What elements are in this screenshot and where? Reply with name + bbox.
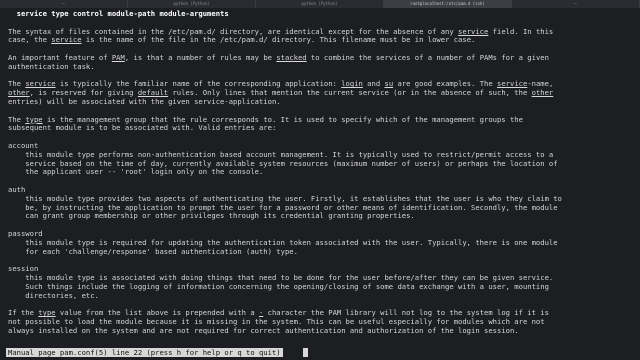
man-page-line: directories, etc.: [8, 290, 636, 301]
man-text-segment: authentication task.: [8, 61, 95, 71]
man-text-segment: this module type is associated with doin…: [8, 272, 554, 282]
man-page-line: subsequent module is to be associated wi…: [8, 123, 636, 133]
man-text-segment: this module type provides two aspects of…: [8, 193, 562, 203]
man-page-line: can grant group membership or other priv…: [8, 211, 636, 221]
terminal-tab[interactable]: python (Python): [128, 0, 256, 8]
man-page-line: the applicant user -- 'root' login only …: [8, 167, 636, 177]
terminal-tab[interactable]: ~: [512, 0, 640, 8]
man-text-segment: this module type is required for updatin…: [8, 237, 558, 247]
man-page-line: [8, 177, 636, 186]
man-page-line: [8, 221, 636, 230]
man-text-segment: can grant group membership or other priv…: [8, 211, 415, 221]
man-text-segment: be, by instructing the application to pr…: [8, 202, 558, 212]
man-text-segment: the applicant user -- 'root' login only …: [8, 167, 264, 177]
man-text-segment: account: [8, 140, 39, 150]
man-text-segment: The syntax of files contained in the /et…: [8, 26, 459, 36]
terminal-tab-bar: ~ python (Python) python (Python) root@loca…: [0, 0, 640, 8]
man-text-segment: password: [8, 228, 43, 238]
underlined-term: type: [38, 308, 56, 318]
man-text-segment: is the management group that the rule co…: [42, 114, 523, 124]
man-page-line: always installed on the system and are n…: [8, 325, 636, 336]
man-page-line: [8, 133, 636, 142]
man-text-segment: is typically the familiar name of the co…: [55, 79, 342, 89]
underlined-term: service: [25, 79, 56, 89]
man-text-segment: service based on the time of day, curren…: [8, 158, 558, 168]
underlined-term: PAM: [111, 52, 125, 62]
terminal-tab[interactable]: python (Python): [256, 0, 384, 8]
underlined-term: stacked: [276, 52, 307, 62]
man-text-segment: value from the list above is prepended w…: [55, 308, 259, 318]
man-page-line: An important feature of PAM, is that a n…: [8, 52, 636, 63]
underlined-term: default: [137, 88, 169, 98]
pager-status-line: Manual page pam.conf(5) line 22 (press h…: [6, 348, 283, 357]
man-page-line: Such things include the logging of infor…: [8, 281, 636, 292]
man-page-line: service type control module-path module-…: [8, 10, 636, 19]
man-text-segment: , is reserved for giving: [29, 88, 138, 98]
underlined-term: other: [531, 88, 554, 98]
man-text-segment: is the name of the file in the /etc/pam.…: [81, 35, 476, 45]
man-page-line: authentication task.: [8, 61, 636, 72]
underlined-term: type: [25, 114, 43, 124]
terminal-tab[interactable]: root@localhost:/etc/pam.d (ssh): [384, 0, 512, 8]
man-text-segment: session: [8, 264, 39, 274]
man-page-line: entries) will be associated with the giv…: [8, 96, 636, 107]
man-text-segment: rules. Only lines that mention the curre…: [168, 88, 532, 98]
man-text-segment: The: [8, 114, 26, 124]
man-text-segment: An important feature of: [8, 52, 112, 62]
underlined-term: su: [384, 79, 394, 89]
man-text-segment: The: [8, 79, 26, 89]
man-text-segment: auth: [8, 184, 26, 194]
man-page-line: for each 'challenge/response' based auth…: [8, 246, 636, 257]
terminal-cursor: [303, 348, 308, 357]
underlined-term: other: [8, 88, 30, 98]
man-text-segment: and: [362, 79, 385, 89]
underlined-term: service: [51, 35, 82, 45]
man-page-content: service type control module-path module-…: [8, 10, 636, 344]
man-text-segment: entries) will be associated with the giv…: [8, 96, 281, 106]
man-text-segment: for each 'challenge/response' based auth…: [8, 246, 298, 256]
man-text-segment: character the PAM library will not log t…: [263, 308, 549, 318]
man-text-segment: are good examples. The: [393, 79, 498, 89]
man-text-segment: If the: [8, 308, 39, 318]
man-text-segment: to combine the services of a number of P…: [306, 52, 549, 62]
man-page-line: [8, 256, 636, 265]
man-text-segment: this module type performs non-authentica…: [8, 149, 554, 159]
man-text-segment: not possible to load the module because …: [8, 316, 545, 326]
underlined-term: service: [497, 79, 528, 89]
underlined-term: service: [458, 26, 489, 36]
man-text-segment: service type control module-path module-…: [8, 10, 229, 18]
man-text-segment: -name,: [527, 79, 554, 89]
underlined-term: login: [341, 79, 363, 89]
terminal-tab[interactable]: ~: [0, 0, 128, 8]
man-text-segment: case, the: [8, 35, 52, 45]
man-text-segment: Such things include the logging of infor…: [8, 281, 549, 291]
man-text-segment: directories, etc.: [8, 290, 99, 300]
man-text-segment: subsequent module is to be associated wi…: [8, 123, 277, 133]
man-page-line: case, the service is the name of the fil…: [8, 35, 636, 45]
man-text-segment: always installed on the system and are n…: [8, 325, 519, 335]
man-text-segment: field. In this: [488, 26, 554, 36]
man-text-segment: , is that a number of rules may be: [124, 52, 277, 62]
